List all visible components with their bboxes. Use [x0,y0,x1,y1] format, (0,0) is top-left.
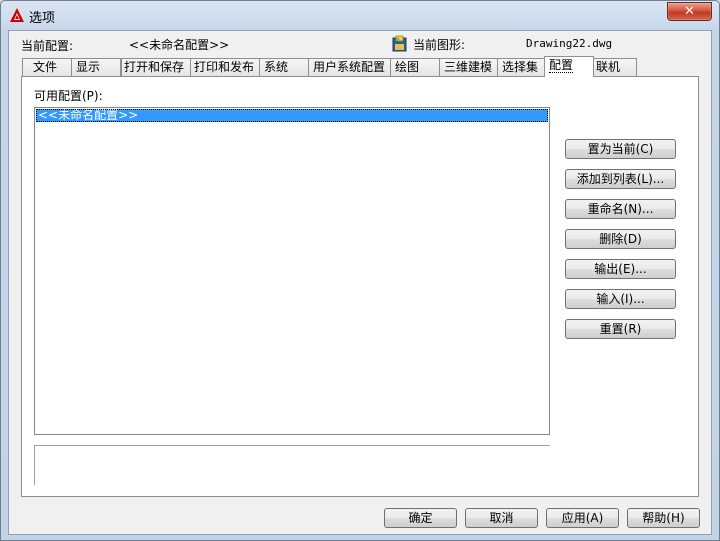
current-profile-value: <<未命名配置>> [129,38,230,52]
reset-button[interactable]: 重置(R) [565,319,676,339]
tab-profiles[interactable]: 配置 [544,56,594,77]
drawing-file-icon [392,35,407,52]
title-bar[interactable]: 选项 ✕ [1,1,719,29]
tab-drafting[interactable]: 绘图 [390,58,440,76]
set-current-button[interactable]: 置为当前(C) [565,139,676,159]
tab-files[interactable]: 文件 [22,58,72,76]
window-title: 选项 [29,11,56,26]
autocad-logo-icon [10,8,24,22]
tab-display[interactable]: 显示 [71,58,121,76]
ok-button[interactable]: 确定 [384,508,457,528]
profile-description-box [34,445,550,485]
list-item[interactable]: <<未命名配置>> [36,109,548,122]
dialog-body: 当前配置: <<未命名配置>> 当前图形: Drawing22.dwg 文件 显… [8,30,712,535]
tab-user-preferences[interactable]: 用户系统配置 [308,58,391,76]
close-button[interactable]: ✕ [667,2,712,21]
help-button[interactable]: 帮助(H) [627,508,700,528]
profiles-listbox[interactable]: <<未命名配置>> [34,107,550,435]
delete-button[interactable]: 删除(D) [565,229,676,249]
tab-3d-modeling[interactable]: 三维建模 [439,58,498,76]
rename-button[interactable]: 重命名(N)... [565,199,676,219]
tab-online[interactable]: 联机 [593,58,637,76]
available-profiles-label: 可用配置(P): [34,89,103,103]
profiles-panel: 可用配置(P): <<未命名配置>> 置为当前(C) 添加到列表(L)... 重… [21,76,699,497]
apply-button[interactable]: 应用(A) [546,508,619,528]
options-dialog: 选项 ✕ 当前配置: <<未命名配置>> 当前图形: Drawing22.dwg… [0,0,720,541]
import-button[interactable]: 输入(I)... [565,289,676,309]
current-drawing-value: Drawing22.dwg [526,37,613,50]
tab-open-save[interactable]: 打开和保存 [121,58,191,76]
tab-system[interactable]: 系统 [259,58,309,76]
tab-selection[interactable]: 选择集 [497,58,545,76]
add-to-list-button[interactable]: 添加到列表(L)... [565,169,676,189]
current-profile-label: 当前配置: [21,39,74,53]
current-drawing-label: 当前图形: [413,38,466,52]
tab-plot-publish[interactable]: 打印和发布 [190,58,260,76]
export-button[interactable]: 输出(E)... [565,259,676,279]
cancel-button[interactable]: 取消 [465,508,538,528]
